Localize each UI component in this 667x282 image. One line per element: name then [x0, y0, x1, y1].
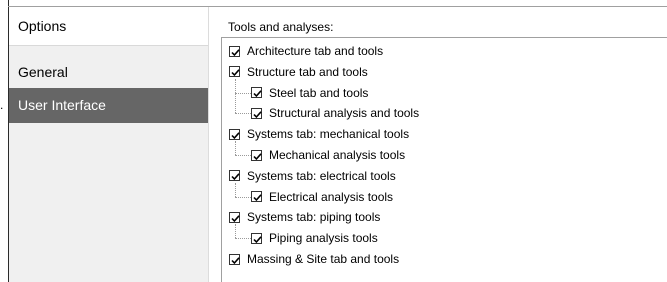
tools-section-label: Tools and analyses:	[228, 20, 334, 34]
tree-item-label: Systems tab: electrical tools	[247, 168, 396, 183]
tree-item-checkbox[interactable]	[229, 128, 240, 140]
tree-item[interactable]: Piping analysis tools	[251, 228, 378, 248]
tree-item-checkbox[interactable]	[251, 87, 262, 99]
tree-item[interactable]: Structural analysis and tools	[251, 103, 419, 123]
tree-item[interactable]: Mechanical analysis tools	[251, 145, 405, 165]
tree-item-label: Massing & Site tab and tools	[247, 252, 400, 266]
tree-connector	[235, 182, 236, 197]
tree-item[interactable]: Systems tab: mechanical tools	[229, 124, 409, 144]
tree-item-label: Architecture tab and tools	[247, 44, 384, 58]
tree-item[interactable]: Systems tab: piping tools	[229, 207, 380, 227]
tree-item-label: Systems tab: mechanical tools	[247, 127, 410, 142]
tree-item[interactable]: Steel tab and tools	[251, 83, 368, 103]
tree-connector	[235, 78, 236, 93]
tree-item-checkbox[interactable]	[229, 170, 240, 182]
tree-item-label: Piping analysis tools	[269, 231, 378, 246]
tree-item-checkbox[interactable]	[251, 149, 262, 161]
tree-item-checkbox[interactable]	[251, 107, 262, 119]
tree-item-checkbox[interactable]	[229, 253, 240, 265]
tools-tree: Architecture tab and tools Structure tab …	[221, 37, 667, 282]
tree-item[interactable]: Structure tab and tools	[229, 62, 368, 82]
tree-item-label: Steel tab and tools	[269, 85, 369, 100]
sidebar-title: Options	[9, 7, 208, 46]
tree-item-label: Systems tab: piping tools	[247, 210, 381, 225]
tree-connector	[235, 238, 251, 240]
options-sidebar: Options General User Interface	[9, 7, 209, 282]
tree-connector	[235, 92, 251, 94]
tree-item-checkbox[interactable]	[229, 66, 240, 78]
tree-connector	[235, 155, 251, 156]
tree-connector	[235, 196, 251, 198]
sidebar-item-user-interface[interactable]: User Interface	[9, 88, 208, 123]
tree-item[interactable]: Electrical analysis tools	[251, 187, 393, 207]
tree-item[interactable]: Massing & Site tab and tools	[229, 249, 399, 269]
sidebar-item-general[interactable]: General	[9, 55, 208, 90]
tree-connector	[235, 141, 236, 155]
tree-item-checkbox[interactable]	[251, 232, 262, 244]
tree-item-checkbox[interactable]	[251, 191, 262, 203]
tree-item-label: Structural analysis and tools	[269, 106, 420, 121]
pointer-mark: .	[0, 98, 4, 112]
tree-item-label: Mechanical analysis tools	[269, 148, 406, 162]
tree-connector	[235, 113, 251, 115]
tree-item-label: Electrical analysis tools	[269, 189, 394, 204]
tree-item-label: Structure tab and tools	[247, 64, 368, 79]
tree-connector	[235, 93, 236, 114]
tree-connector	[235, 224, 236, 239]
tree-item-checkbox[interactable]	[229, 45, 240, 57]
tree-item[interactable]: Systems tab: electrical tools	[229, 166, 396, 186]
tree-item[interactable]: Architecture tab and tools	[229, 41, 383, 61]
tree-item-checkbox[interactable]	[229, 211, 240, 223]
